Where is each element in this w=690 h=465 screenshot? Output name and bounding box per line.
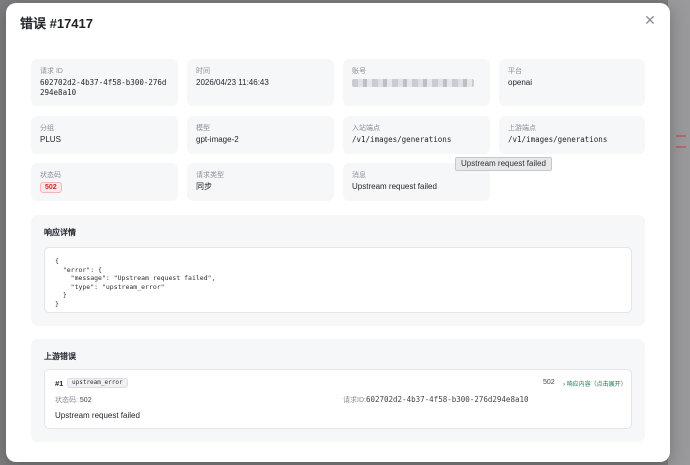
section-title: 上游错误 [44, 352, 76, 361]
section-title: 响应详情 [44, 228, 76, 237]
field-label: 模型 [196, 125, 210, 132]
field-label: 请求类型 [196, 172, 224, 179]
field-value: openai [508, 78, 533, 87]
dialog-header: 错误 #17417 ✕ [6, 3, 670, 37]
field-value: 602702d2-4b37-4f58-b300-276d294e8a10 [40, 78, 167, 97]
field-label: 消息 [352, 172, 366, 179]
error-detail-dialog: 错误 #17417 ✕ 请求 ID 602702d2-4b37-4f58-b30… [6, 3, 670, 462]
field-value: /v1/images/generations [508, 135, 608, 144]
redacted-account-value [352, 79, 474, 87]
field-label: 上游端点 [508, 125, 536, 132]
close-icon[interactable]: ✕ [642, 12, 658, 28]
field-value: 2026/04/23 11:46:43 [196, 78, 269, 87]
field-time: 时间 2026/04/23 11:46:43 [187, 59, 334, 106]
dialog-title: 错误 #17417 [20, 16, 93, 31]
field-value: PLUS [40, 135, 61, 144]
field-platform: 平台 openai [499, 59, 645, 106]
field-value: 同步 [196, 182, 212, 191]
upstream-error-entry: #1 upstream_error 502 › 响应内容（点击展开） 状态码: … [44, 369, 632, 429]
error-code: 502 [543, 379, 555, 386]
field-value: Upstream request failed [352, 182, 437, 191]
field-value: gpt-image-2 [196, 135, 239, 144]
status-value: 502 [79, 397, 92, 404]
field-inbound-endpoint: 入站端点 /v1/images/generations [343, 116, 490, 154]
error-request-id: 请求ID:602702d2-4b37-4f58-b300-276d294e8a1… [343, 395, 529, 405]
error-index: #1 [55, 379, 64, 388]
field-account: 账号 [343, 59, 490, 106]
reqid-label: 请求ID: [343, 397, 366, 404]
response-details-section: 响应详情 { "error": { "message": "Upstream r… [31, 215, 645, 326]
status-badge: 502 [40, 182, 62, 193]
field-request-id: 请求 ID 602702d2-4b37-4f58-b300-276d294e8a… [31, 59, 178, 106]
error-status: 状态码: 502 [55, 395, 92, 405]
field-upstream-endpoint: 上游端点 /v1/images/generations [499, 116, 645, 154]
reqid-value: 602702d2-4b37-4f58-b300-276d294e8a10 [365, 395, 529, 404]
response-body-box: { "error": { "message": "Upstream reques… [44, 247, 632, 313]
error-message: Upstream request failed [55, 411, 140, 420]
field-label: 请求 ID [40, 68, 63, 75]
field-label: 分组 [40, 125, 54, 132]
upstream-errors-section: 上游错误 #1 upstream_error 502 › 响应内容（点击展开） … [31, 339, 645, 442]
message-tooltip: Upstream request failed [455, 157, 552, 171]
field-label: 时间 [196, 68, 210, 75]
error-type-tag: upstream_error [67, 378, 128, 388]
field-model: 模型 gpt-image-2 [187, 116, 334, 154]
field-label: 入站端点 [352, 125, 380, 132]
dialog-body: 请求 ID 602702d2-4b37-4f58-b300-276d294e8a… [6, 37, 670, 462]
field-status-code: 状态码 502 [31, 163, 178, 201]
field-label: 账号 [352, 68, 366, 75]
field-group: 分组 PLUS [31, 116, 178, 154]
background-page [668, 0, 690, 465]
field-label: 平台 [508, 68, 522, 75]
field-value: /v1/images/generations [352, 135, 452, 144]
field-request-type: 请求类型 同步 [187, 163, 334, 201]
expand-response-link[interactable]: › 响应内容（点击展开） [563, 379, 627, 388]
field-label: 状态码 [40, 172, 61, 179]
status-label: 状态码: [55, 397, 78, 404]
response-json: { "error": { "message": "Upstream reques… [55, 257, 216, 308]
